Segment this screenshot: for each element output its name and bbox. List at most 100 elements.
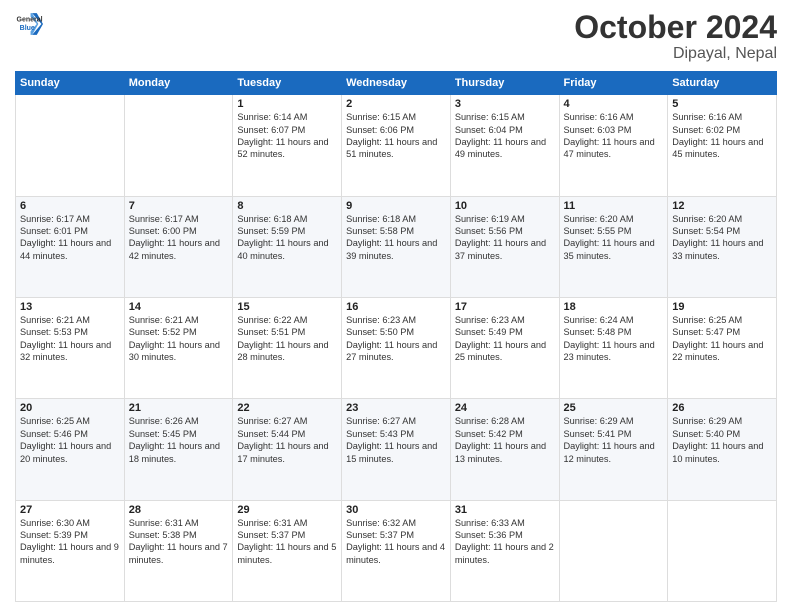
- day-number: 20: [20, 402, 120, 414]
- day-cell: 6Sunrise: 6:17 AM Sunset: 6:01 PM Daylig…: [16, 196, 125, 297]
- day-number: 31: [455, 504, 555, 516]
- week-row-2: 13Sunrise: 6:21 AM Sunset: 5:53 PM Dayli…: [16, 297, 777, 398]
- day-number: 17: [455, 301, 555, 313]
- day-cell: 21Sunrise: 6:26 AM Sunset: 5:45 PM Dayli…: [124, 399, 233, 500]
- day-cell: 27Sunrise: 6:30 AM Sunset: 5:39 PM Dayli…: [16, 500, 125, 601]
- day-detail: Sunrise: 6:25 AM Sunset: 5:47 PM Dayligh…: [672, 314, 772, 364]
- day-detail: Sunrise: 6:28 AM Sunset: 5:42 PM Dayligh…: [455, 415, 555, 465]
- location: Dipayal, Nepal: [574, 45, 777, 63]
- day-cell: 5Sunrise: 6:16 AM Sunset: 6:02 PM Daylig…: [668, 95, 777, 196]
- calendar-table: SundayMondayTuesdayWednesdayThursdayFrid…: [15, 71, 777, 602]
- day-cell: 3Sunrise: 6:15 AM Sunset: 6:04 PM Daylig…: [450, 95, 559, 196]
- day-number: 10: [455, 200, 555, 212]
- day-number: 26: [672, 402, 772, 414]
- svg-text:Blue: Blue: [20, 25, 35, 32]
- day-cell: 28Sunrise: 6:31 AM Sunset: 5:38 PM Dayli…: [124, 500, 233, 601]
- day-cell: 23Sunrise: 6:27 AM Sunset: 5:43 PM Dayli…: [342, 399, 451, 500]
- day-detail: Sunrise: 6:18 AM Sunset: 5:59 PM Dayligh…: [237, 213, 337, 263]
- day-number: 27: [20, 504, 120, 516]
- day-cell: 24Sunrise: 6:28 AM Sunset: 5:42 PM Dayli…: [450, 399, 559, 500]
- col-header-saturday: Saturday: [668, 72, 777, 95]
- day-detail: Sunrise: 6:19 AM Sunset: 5:56 PM Dayligh…: [455, 213, 555, 263]
- day-cell: 17Sunrise: 6:23 AM Sunset: 5:49 PM Dayli…: [450, 297, 559, 398]
- day-number: 6: [20, 200, 120, 212]
- day-number: 4: [564, 98, 664, 110]
- week-row-3: 20Sunrise: 6:25 AM Sunset: 5:46 PM Dayli…: [16, 399, 777, 500]
- day-number: 22: [237, 402, 337, 414]
- svg-text:General: General: [17, 17, 43, 24]
- day-number: 2: [346, 98, 446, 110]
- day-detail: Sunrise: 6:29 AM Sunset: 5:41 PM Dayligh…: [564, 415, 664, 465]
- day-detail: Sunrise: 6:15 AM Sunset: 6:04 PM Dayligh…: [455, 111, 555, 161]
- day-cell: [16, 95, 125, 196]
- day-detail: Sunrise: 6:16 AM Sunset: 6:02 PM Dayligh…: [672, 111, 772, 161]
- day-cell: 13Sunrise: 6:21 AM Sunset: 5:53 PM Dayli…: [16, 297, 125, 398]
- day-cell: 22Sunrise: 6:27 AM Sunset: 5:44 PM Dayli…: [233, 399, 342, 500]
- day-number: 13: [20, 301, 120, 313]
- day-detail: Sunrise: 6:23 AM Sunset: 5:50 PM Dayligh…: [346, 314, 446, 364]
- day-number: 18: [564, 301, 664, 313]
- day-detail: Sunrise: 6:31 AM Sunset: 5:37 PM Dayligh…: [237, 517, 337, 567]
- day-detail: Sunrise: 6:27 AM Sunset: 5:43 PM Dayligh…: [346, 415, 446, 465]
- col-header-wednesday: Wednesday: [342, 72, 451, 95]
- day-detail: Sunrise: 6:32 AM Sunset: 5:37 PM Dayligh…: [346, 517, 446, 567]
- day-cell: 31Sunrise: 6:33 AM Sunset: 5:36 PM Dayli…: [450, 500, 559, 601]
- day-detail: Sunrise: 6:33 AM Sunset: 5:36 PM Dayligh…: [455, 517, 555, 567]
- day-number: 24: [455, 402, 555, 414]
- day-cell: [668, 500, 777, 601]
- day-cell: 2Sunrise: 6:15 AM Sunset: 6:06 PM Daylig…: [342, 95, 451, 196]
- col-header-monday: Monday: [124, 72, 233, 95]
- col-header-sunday: Sunday: [16, 72, 125, 95]
- day-cell: 10Sunrise: 6:19 AM Sunset: 5:56 PM Dayli…: [450, 196, 559, 297]
- calendar-header-row: SundayMondayTuesdayWednesdayThursdayFrid…: [16, 72, 777, 95]
- day-cell: 30Sunrise: 6:32 AM Sunset: 5:37 PM Dayli…: [342, 500, 451, 601]
- day-number: 8: [237, 200, 337, 212]
- day-cell: 26Sunrise: 6:29 AM Sunset: 5:40 PM Dayli…: [668, 399, 777, 500]
- day-detail: Sunrise: 6:29 AM Sunset: 5:40 PM Dayligh…: [672, 415, 772, 465]
- day-cell: [559, 500, 668, 601]
- col-header-friday: Friday: [559, 72, 668, 95]
- day-number: 5: [672, 98, 772, 110]
- day-cell: 7Sunrise: 6:17 AM Sunset: 6:00 PM Daylig…: [124, 196, 233, 297]
- day-cell: 15Sunrise: 6:22 AM Sunset: 5:51 PM Dayli…: [233, 297, 342, 398]
- day-detail: Sunrise: 6:17 AM Sunset: 6:00 PM Dayligh…: [129, 213, 229, 263]
- title-block: October 2024 Dipayal, Nepal: [574, 10, 777, 63]
- day-cell: 12Sunrise: 6:20 AM Sunset: 5:54 PM Dayli…: [668, 196, 777, 297]
- day-cell: 18Sunrise: 6:24 AM Sunset: 5:48 PM Dayli…: [559, 297, 668, 398]
- day-detail: Sunrise: 6:15 AM Sunset: 6:06 PM Dayligh…: [346, 111, 446, 161]
- day-cell: 25Sunrise: 6:29 AM Sunset: 5:41 PM Dayli…: [559, 399, 668, 500]
- day-detail: Sunrise: 6:20 AM Sunset: 5:55 PM Dayligh…: [564, 213, 664, 263]
- col-header-thursday: Thursday: [450, 72, 559, 95]
- day-detail: Sunrise: 6:26 AM Sunset: 5:45 PM Dayligh…: [129, 415, 229, 465]
- day-number: 14: [129, 301, 229, 313]
- day-detail: Sunrise: 6:24 AM Sunset: 5:48 PM Dayligh…: [564, 314, 664, 364]
- week-row-0: 1Sunrise: 6:14 AM Sunset: 6:07 PM Daylig…: [16, 95, 777, 196]
- day-cell: [124, 95, 233, 196]
- day-number: 23: [346, 402, 446, 414]
- day-number: 25: [564, 402, 664, 414]
- day-number: 7: [129, 200, 229, 212]
- day-detail: Sunrise: 6:31 AM Sunset: 5:38 PM Dayligh…: [129, 517, 229, 567]
- month-title: October 2024: [574, 10, 777, 45]
- day-number: 21: [129, 402, 229, 414]
- day-number: 15: [237, 301, 337, 313]
- day-detail: Sunrise: 6:18 AM Sunset: 5:58 PM Dayligh…: [346, 213, 446, 263]
- day-number: 1: [237, 98, 337, 110]
- day-cell: 1Sunrise: 6:14 AM Sunset: 6:07 PM Daylig…: [233, 95, 342, 196]
- day-detail: Sunrise: 6:25 AM Sunset: 5:46 PM Dayligh…: [20, 415, 120, 465]
- week-row-4: 27Sunrise: 6:30 AM Sunset: 5:39 PM Dayli…: [16, 500, 777, 601]
- day-detail: Sunrise: 6:17 AM Sunset: 6:01 PM Dayligh…: [20, 213, 120, 263]
- day-detail: Sunrise: 6:21 AM Sunset: 5:53 PM Dayligh…: [20, 314, 120, 364]
- day-cell: 16Sunrise: 6:23 AM Sunset: 5:50 PM Dayli…: [342, 297, 451, 398]
- day-cell: 9Sunrise: 6:18 AM Sunset: 5:58 PM Daylig…: [342, 196, 451, 297]
- day-number: 3: [455, 98, 555, 110]
- day-detail: Sunrise: 6:22 AM Sunset: 5:51 PM Dayligh…: [237, 314, 337, 364]
- logo-icon: General Blue: [15, 10, 43, 38]
- day-detail: Sunrise: 6:14 AM Sunset: 6:07 PM Dayligh…: [237, 111, 337, 161]
- day-cell: 11Sunrise: 6:20 AM Sunset: 5:55 PM Dayli…: [559, 196, 668, 297]
- day-cell: 20Sunrise: 6:25 AM Sunset: 5:46 PM Dayli…: [16, 399, 125, 500]
- day-detail: Sunrise: 6:21 AM Sunset: 5:52 PM Dayligh…: [129, 314, 229, 364]
- day-detail: Sunrise: 6:23 AM Sunset: 5:49 PM Dayligh…: [455, 314, 555, 364]
- day-cell: 8Sunrise: 6:18 AM Sunset: 5:59 PM Daylig…: [233, 196, 342, 297]
- week-row-1: 6Sunrise: 6:17 AM Sunset: 6:01 PM Daylig…: [16, 196, 777, 297]
